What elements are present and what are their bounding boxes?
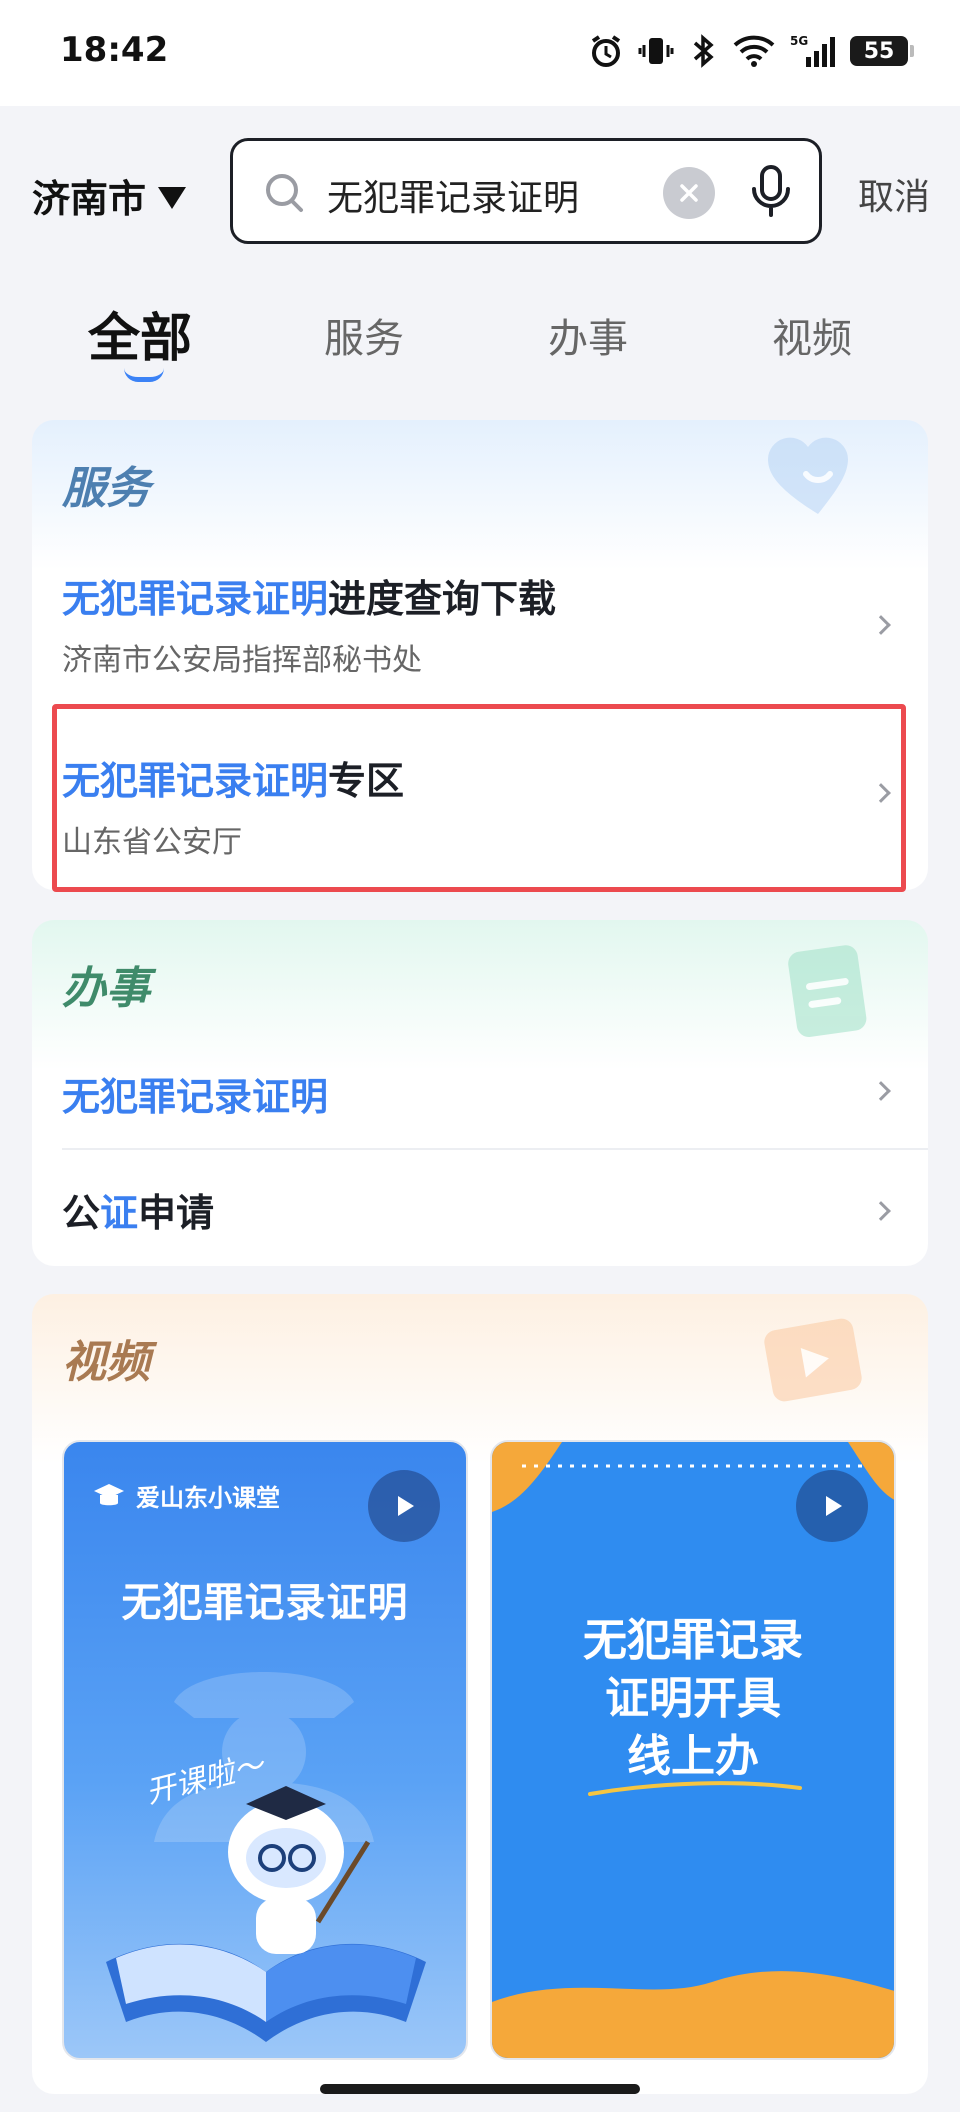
- video-title: 无犯罪记录 证明开具 线上办: [492, 1612, 894, 1786]
- video-play-icon: [764, 1318, 862, 1402]
- divider: [62, 1148, 928, 1150]
- list-item-highlight: 无犯罪记录证明: [62, 1075, 329, 1119]
- city-label: 济南市: [32, 177, 147, 221]
- status-bar: 18:42 5G 55: [0, 0, 960, 106]
- video-card[interactable]: 爱山东小课堂 无犯罪记录证明 开课啦～: [62, 1440, 468, 2060]
- close-icon: [680, 184, 698, 202]
- tab-services[interactable]: 服务: [324, 306, 404, 364]
- search-input[interactable]: 无犯罪记录证明: [230, 138, 822, 244]
- list-item[interactable]: 无犯罪记录证明: [62, 1066, 928, 1121]
- list-item-title: 无犯罪记录证明: [62, 1066, 928, 1121]
- list-item-title-prefix: 公: [62, 1191, 101, 1235]
- status-time: 18:42: [60, 30, 169, 70]
- video-section-title: 视频: [62, 1337, 150, 1388]
- list-item[interactable]: 无犯罪记录证明进度查询下载 济南市公安局指挥部秘书处: [62, 568, 928, 679]
- play-button[interactable]: [796, 1470, 868, 1542]
- list-item-highlight: 无犯罪记录证明: [62, 577, 329, 621]
- category-tabs: 全部 服务 办事 视频: [0, 296, 960, 396]
- video-title-line: 证明开具: [605, 1673, 781, 1724]
- video-brand-label: 爱山东小课堂: [136, 1484, 280, 1512]
- play-icon: [826, 1496, 842, 1516]
- list-item-title-rest: 进度查询下载: [328, 577, 557, 621]
- search-query-text: 无犯罪记录证明: [327, 178, 580, 219]
- video-title: 无犯罪记录证明: [121, 1580, 409, 1626]
- video-section-header: 视频: [32, 1294, 928, 1404]
- search-icon: [266, 174, 303, 212]
- caret-down-icon: [158, 186, 187, 209]
- battery-indicator: 55: [850, 36, 914, 66]
- list-item-highlight: 证: [100, 1191, 139, 1235]
- video-title-line: 无犯罪记录: [583, 1615, 803, 1666]
- affairs-section-header: 办事: [32, 920, 928, 1038]
- wifi-icon: [733, 35, 775, 67]
- city-selector[interactable]: 济南市: [32, 168, 187, 223]
- signal-icon: 5G: [790, 34, 835, 67]
- tab-all[interactable]: 全部: [88, 296, 192, 371]
- alarm-icon: [591, 35, 621, 67]
- search-header: 济南市 无犯罪记录证明 取消: [0, 106, 960, 266]
- battery-level: 55: [863, 38, 895, 64]
- list-item-subtitle: 济南市公安局指挥部秘书处: [62, 643, 422, 678]
- video-card[interactable]: 无犯罪记录 证明开具 线上办: [490, 1440, 896, 2060]
- heart-chat-icon: [768, 437, 848, 514]
- home-indicator[interactable]: [320, 2084, 640, 2094]
- selection-highlight-box: [52, 704, 906, 892]
- graduation-cap-icon: [94, 1483, 124, 1505]
- affairs-section: 办事 无犯罪记录证明 公证申请: [32, 920, 928, 1266]
- network-type-label: 5G: [790, 34, 808, 48]
- play-icon: [398, 1496, 414, 1516]
- list-item-title-rest: 申请: [138, 1191, 215, 1235]
- clear-search-button[interactable]: [663, 167, 715, 219]
- tab-affairs[interactable]: 办事: [548, 306, 628, 364]
- video-title-line: 线上办: [627, 1731, 759, 1782]
- vibrate-icon: [638, 38, 674, 64]
- clipboard-icon: [788, 945, 867, 1038]
- affairs-section-title: 办事: [62, 963, 150, 1014]
- video-brand: 爱山东小课堂: [92, 1478, 280, 1513]
- status-icons: 5G 55: [588, 28, 914, 74]
- service-section-header: 服务: [32, 420, 928, 530]
- tab-videos[interactable]: 视频: [772, 306, 852, 364]
- list-item-title: 无犯罪记录证明进度查询下载: [62, 568, 928, 623]
- service-section-title: 服务: [62, 463, 150, 514]
- microphone-icon[interactable]: [749, 163, 793, 221]
- active-tab-indicator: [124, 368, 164, 382]
- robot-mascot-icon: [106, 1786, 426, 2042]
- cancel-button[interactable]: 取消: [858, 168, 930, 220]
- list-item-title: 公证申请: [62, 1182, 928, 1237]
- bluetooth-icon: [693, 34, 714, 68]
- play-button[interactable]: [368, 1470, 440, 1542]
- list-item[interactable]: 公证申请: [62, 1182, 928, 1237]
